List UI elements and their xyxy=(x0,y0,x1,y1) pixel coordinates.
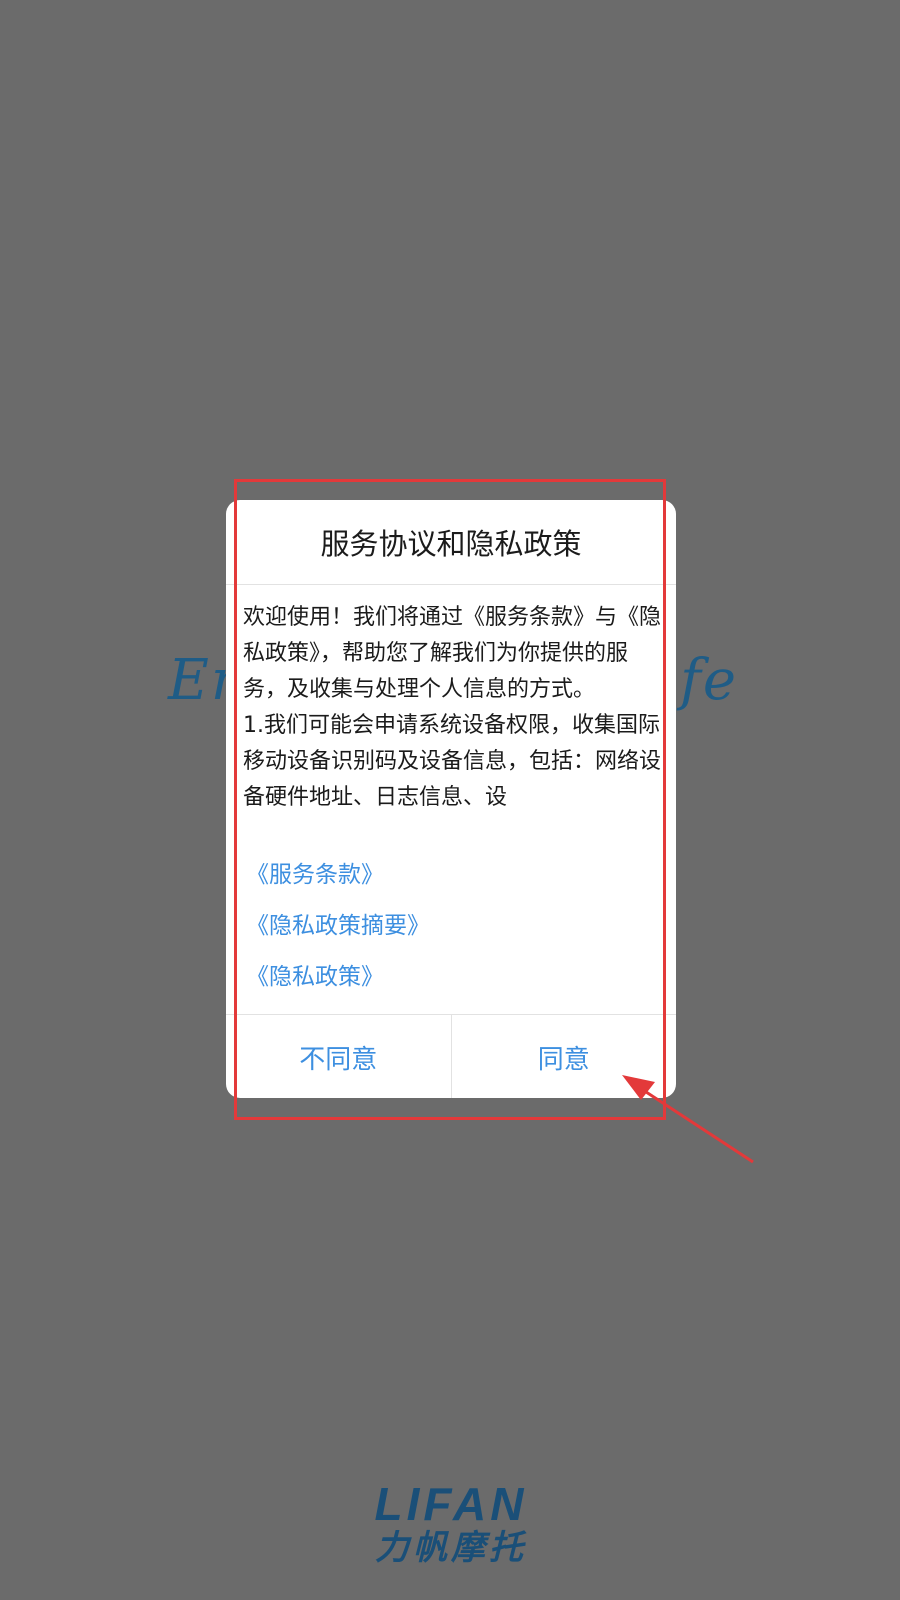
brand-logo-en: LIFAN xyxy=(374,1478,528,1530)
policy-links: 《服务条款》 《隐私政策摘要》 《隐私政策》 xyxy=(246,850,430,1003)
link-terms-of-service[interactable]: 《服务条款》 xyxy=(246,850,430,901)
agree-button[interactable]: 同意 xyxy=(450,1015,677,1098)
dialog-body-scroll[interactable]: 欢迎使用！我们将通过《服务条款》与《隐私政策》，帮助您了解我们为你提供的服务，及… xyxy=(243,600,661,842)
body-paragraph-intro: 欢迎使用！我们将通过《服务条款》与《隐私政策》，帮助您了解我们为你提供的服务，及… xyxy=(243,605,661,702)
privacy-dialog: 服务协议和隐私政策 欢迎使用！我们将通过《服务条款》与《隐私政策》，帮助您了解我… xyxy=(226,500,676,1098)
disagree-button[interactable]: 不同意 xyxy=(226,1015,451,1098)
brand-logo-cn: 力帆摩托 xyxy=(375,1528,527,1568)
link-privacy-policy[interactable]: 《隐私政策》 xyxy=(246,952,430,1003)
body-paragraph-permissions: 1.我们可能会申请系统设备权限，收集国际移动设备识别码及设备信息，包括：网络设备… xyxy=(243,713,661,810)
brand-logo: LIFAN 力帆摩托 xyxy=(338,1480,564,1568)
dialog-actions: 不同意 同意 xyxy=(226,1014,676,1098)
link-privacy-summary[interactable]: 《隐私政策摘要》 xyxy=(246,901,430,952)
dialog-title: 服务协议和隐私政策 xyxy=(226,500,676,585)
